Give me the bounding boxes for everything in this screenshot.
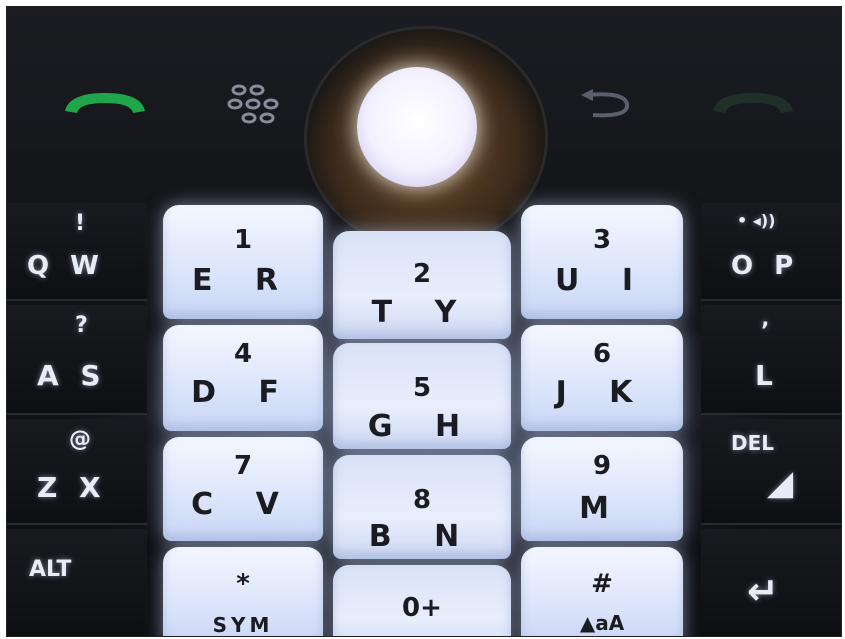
key-7-letters: C V (191, 487, 295, 522)
key-1-letters: E R (191, 263, 295, 298)
key-3-letters: U I (555, 263, 649, 298)
key-qw-symbol: ! (75, 211, 86, 236)
key-9-letters: M (579, 491, 625, 526)
key-4-letters: D F (191, 375, 295, 410)
call-icon[interactable] (59, 85, 151, 119)
key-del[interactable]: DEL ◢ (701, 419, 841, 525)
key-enter[interactable]: ↵ (701, 529, 841, 636)
key-hash-shift[interactable]: # ▲aA (521, 547, 683, 636)
end-call-icon[interactable] (707, 85, 799, 119)
backspace-icon: ◢ (767, 463, 794, 503)
key-2-ty[interactable]: 2 T Y (333, 231, 511, 339)
key-op-symbol: • ◂)) (737, 211, 776, 230)
key-shift-label: ▲aA (579, 611, 625, 635)
key-4-df[interactable]: 4 D F (163, 325, 323, 431)
key-8-bn[interactable]: 8 B N (333, 455, 511, 559)
key-1-er[interactable]: 1 E R (163, 205, 323, 319)
key-3-ui[interactable]: 3 U I (521, 205, 683, 319)
key-7-number: 7 (233, 451, 253, 481)
key-star-symbol: * (236, 569, 250, 599)
key-l-letter: L (755, 359, 773, 392)
key-zx[interactable]: @ Z X (7, 419, 147, 525)
key-0-plus[interactable]: 0+ (333, 565, 511, 636)
phone-keyboard: ! Q W ? A S @ Z X ALT • ◂)) O P ’ L DEL … (6, 6, 842, 637)
key-zx-symbol: @ (69, 427, 91, 452)
key-6-letters: J K (555, 375, 649, 410)
key-9-number: 9 (592, 451, 612, 481)
key-sym-label: SYM (212, 613, 274, 637)
back-arrow-icon[interactable] (575, 87, 635, 121)
key-6-jk[interactable]: 6 J K (521, 325, 683, 431)
key-alt[interactable]: ALT (7, 529, 147, 636)
key-qw-letters: Q W (27, 251, 105, 281)
key-3-number: 3 (592, 225, 612, 255)
key-8-number: 8 (412, 485, 432, 515)
enter-icon: ↵ (747, 569, 779, 613)
key-l[interactable]: ’ L (701, 305, 841, 415)
menu-dots-icon[interactable] (227, 82, 283, 126)
key-4-number: 4 (233, 339, 253, 369)
key-star-sym[interactable]: * SYM (163, 547, 323, 637)
key-op-letters: O P (731, 251, 800, 281)
key-2-letters: T Y (371, 295, 473, 330)
key-9-m[interactable]: 9 M (521, 437, 683, 541)
key-qw[interactable]: ! Q W (7, 203, 147, 301)
key-5-number: 5 (412, 373, 432, 403)
key-5-letters: G H (367, 409, 477, 444)
key-del-label: DEL (731, 431, 775, 455)
key-alt-label: ALT (29, 557, 72, 582)
trackball[interactable] (357, 67, 477, 187)
key-hash-symbol: # (591, 569, 613, 599)
key-as[interactable]: ? A S (7, 305, 147, 415)
key-5-gh[interactable]: 5 G H (333, 343, 511, 449)
key-7-cv[interactable]: 7 C V (163, 437, 323, 541)
key-as-symbol: ? (75, 313, 88, 338)
key-as-letters: A S (37, 359, 107, 392)
key-l-symbol: ’ (761, 319, 770, 344)
key-6-number: 6 (592, 339, 612, 369)
key-0-number: 0+ (402, 593, 442, 623)
key-1-number: 1 (233, 225, 253, 255)
key-zx-letters: Z X (37, 471, 107, 504)
key-8-letters: B N (368, 519, 476, 554)
key-op[interactable]: • ◂)) O P (701, 203, 841, 301)
key-2-number: 2 (412, 259, 432, 289)
